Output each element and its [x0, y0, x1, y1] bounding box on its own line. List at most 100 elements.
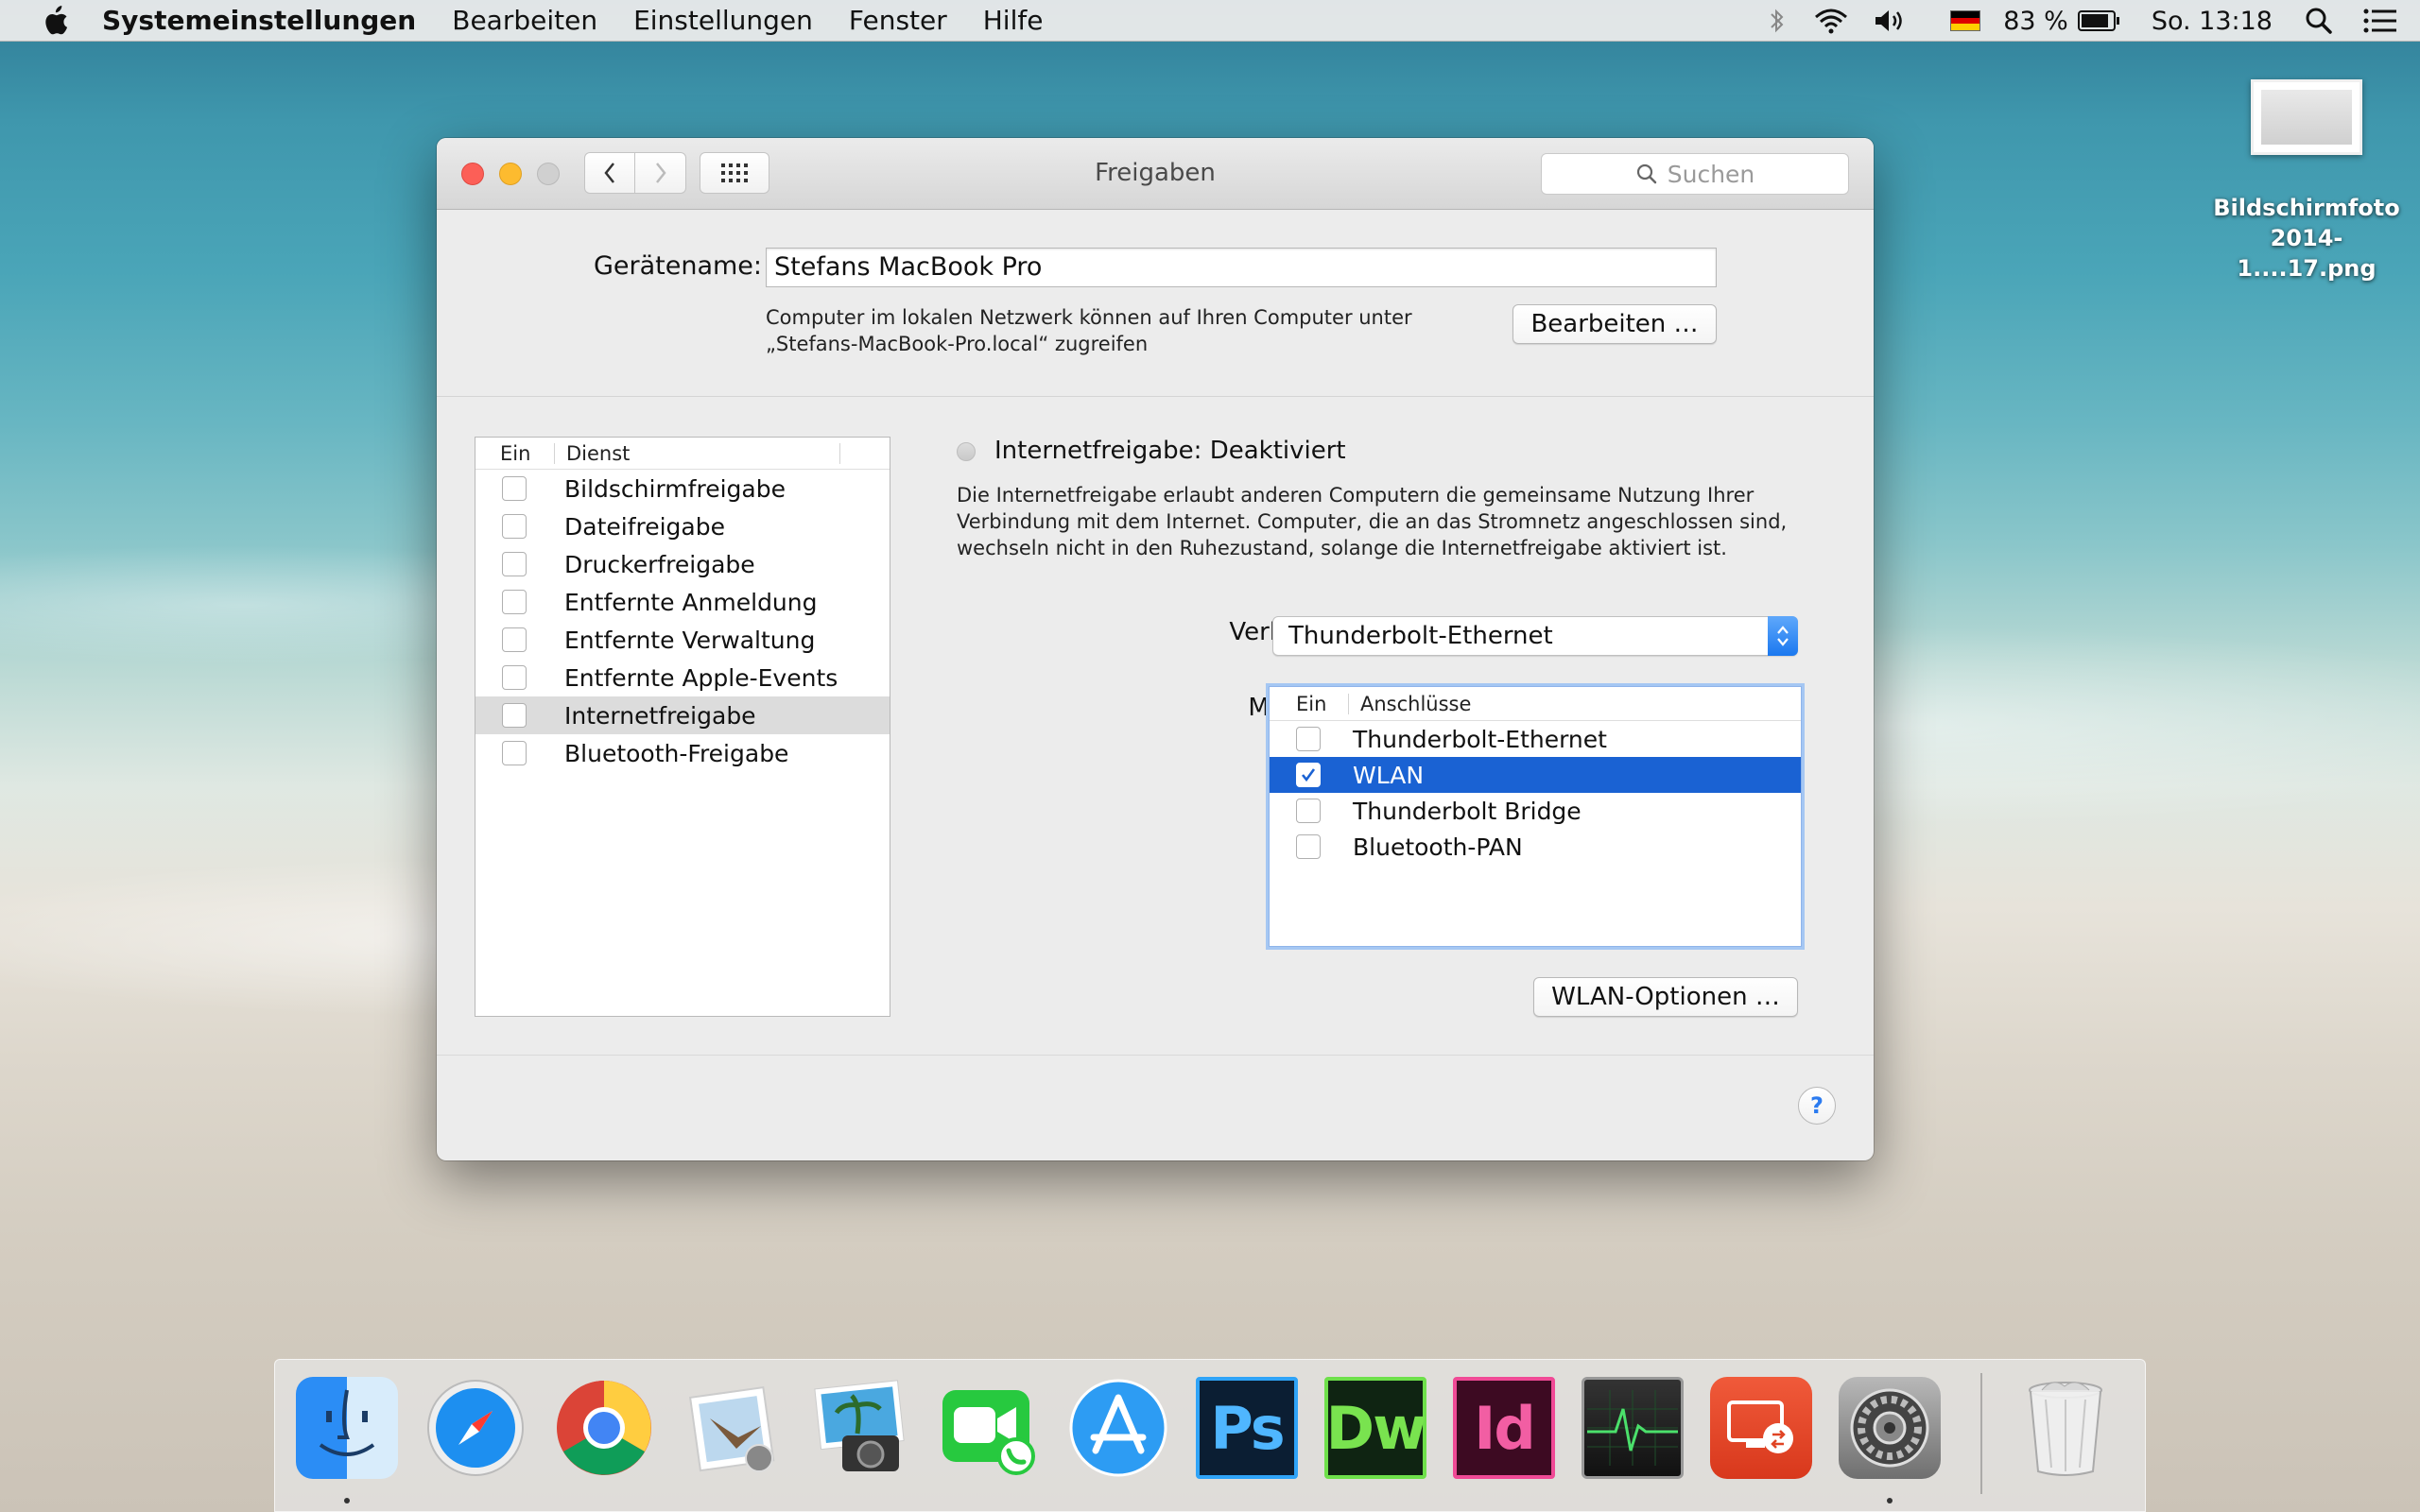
service-checkbox[interactable] [502, 703, 527, 728]
volume-icon[interactable] [1873, 7, 1909, 35]
indesign-label: Id [1474, 1393, 1535, 1463]
device-name-input[interactable]: Stefans MacBook Pro [766, 248, 1717, 287]
service-label: Bluetooth-Freigabe [564, 739, 789, 767]
running-indicator [1887, 1498, 1893, 1503]
service-row[interactable]: Entfernte Apple-Events [475, 659, 890, 696]
column-header-on[interactable]: Ein [1270, 693, 1349, 714]
share-connection-select[interactable]: Thunderbolt-Ethernet [1272, 616, 1798, 656]
port-checkbox[interactable] [1296, 799, 1321, 823]
file-thumbnail [2251, 79, 2362, 155]
service-row[interactable]: Internetfreigabe [475, 696, 890, 734]
port-checkbox[interactable] [1296, 834, 1321, 859]
german-flag-icon[interactable] [1950, 10, 1981, 31]
port-checkbox[interactable] [1296, 727, 1321, 751]
services-list: Ein Dienst Bildschirmfreigabe Dateifreiga… [475, 437, 890, 1017]
chrome-icon[interactable] [553, 1377, 655, 1479]
iphoto-icon[interactable] [810, 1377, 912, 1479]
ports-list: Ein Anschlüsse Thunderbolt-Ethernet WLAN T… [1269, 686, 1802, 947]
photoshop-label: Ps [1210, 1393, 1285, 1463]
port-row[interactable]: Bluetooth-PAN [1270, 829, 1801, 865]
port-label: WLAN [1353, 761, 1425, 789]
service-label: Entfernte Verwaltung [564, 626, 816, 654]
help-button[interactable]: ? [1798, 1087, 1836, 1125]
service-checkbox[interactable] [502, 665, 527, 690]
service-row[interactable]: Entfernte Verwaltung [475, 621, 890, 659]
search-icon [1635, 163, 1658, 185]
window-footer [437, 1055, 1874, 1160]
service-checkbox[interactable] [502, 590, 527, 614]
port-checkbox[interactable] [1296, 763, 1321, 787]
service-label: Entfernte Anmeldung [564, 588, 818, 616]
notification-center-icon[interactable] [2363, 8, 2397, 34]
battery-percentage[interactable]: 83 % [2003, 7, 2068, 36]
menu-bearbeiten[interactable]: Bearbeiten [452, 5, 597, 36]
activity-monitor-icon[interactable] [1582, 1377, 1684, 1479]
service-label: Entfernte Apple-Events [564, 663, 838, 692]
menu-einstellungen[interactable]: Einstellungen [633, 5, 813, 36]
sharing-preferences-window: Freigaben Suchen Gerätename: Stefans Mac… [437, 138, 1874, 1160]
port-row[interactable]: Thunderbolt Bridge [1270, 793, 1801, 829]
window-titlebar[interactable]: Freigaben Suchen [437, 138, 1874, 210]
dreamweaver-icon[interactable]: Dw [1324, 1377, 1426, 1479]
service-row[interactable]: Entfernte Anmeldung [475, 583, 890, 621]
service-label: Dateifreigabe [564, 512, 725, 541]
apple-menu-icon[interactable] [36, 5, 74, 37]
menu-fenster[interactable]: Fenster [849, 5, 947, 36]
status-indicator [957, 442, 976, 461]
wlan-options-button[interactable]: WLAN-Optionen … [1533, 977, 1798, 1017]
bluetooth-icon[interactable] [1769, 7, 1786, 35]
battery-icon[interactable] [2077, 9, 2121, 33]
service-row[interactable]: Bluetooth-Freigabe [475, 734, 890, 772]
service-row[interactable]: Dateifreigabe [475, 507, 890, 545]
desktop-file-label: Bildschirmfoto 2014-1....17.png [2213, 195, 2400, 282]
spotlight-search-icon[interactable] [2305, 7, 2333, 35]
menu-hilfe[interactable]: Hilfe [983, 5, 1044, 36]
search-field[interactable]: Suchen [1541, 153, 1849, 195]
port-label: Bluetooth-PAN [1353, 833, 1523, 861]
device-name-label: Gerätename: [593, 251, 762, 281]
column-header-service[interactable]: Dienst [555, 442, 840, 464]
service-row[interactable]: Druckerfreigabe [475, 545, 890, 583]
menu-app-name[interactable]: Systemeinstellungen [102, 5, 416, 36]
service-checkbox[interactable] [502, 514, 527, 539]
edit-hostname-button[interactable]: Bearbeiten … [1512, 304, 1717, 344]
ports-list-header: Ein Anschlüsse [1270, 687, 1801, 721]
wifi-icon[interactable] [1812, 7, 1850, 35]
service-label: Bildschirmfreigabe [564, 474, 786, 503]
services-list-header: Ein Dienst [475, 438, 890, 470]
search-placeholder: Suchen [1667, 160, 1755, 188]
status-title: Internetfreigabe: Deaktiviert [994, 437, 1346, 465]
service-checkbox[interactable] [502, 476, 527, 501]
service-checkbox[interactable] [502, 627, 527, 652]
port-row[interactable]: WLAN [1270, 757, 1801, 793]
dreamweaver-label: Dw [1325, 1393, 1427, 1463]
service-label: Druckerfreigabe [564, 550, 755, 578]
column-header-on[interactable]: Ein [475, 442, 555, 464]
service-row[interactable]: Bildschirmfreigabe [475, 470, 890, 507]
port-row[interactable]: Thunderbolt-Ethernet [1270, 721, 1801, 757]
popup-arrows-icon [1768, 616, 1798, 656]
indesign-icon[interactable]: Id [1453, 1377, 1555, 1479]
dock: Ps Dw Id [274, 1359, 2146, 1512]
running-indicator [344, 1498, 350, 1503]
remote-desktop-icon[interactable] [1710, 1377, 1812, 1479]
trash-icon[interactable] [2014, 1377, 2117, 1479]
service-checkbox[interactable] [502, 741, 527, 765]
checkmark-icon [1301, 768, 1316, 782]
photoshop-icon[interactable]: Ps [1196, 1377, 1298, 1479]
system-preferences-icon[interactable] [1839, 1377, 1941, 1479]
device-name-description: Computer im lokalen Netzwerk können auf … [766, 306, 1412, 355]
status-description: Die Internetfreigabe erlaubt anderen Com… [957, 484, 1788, 559]
mail-icon[interactable] [682, 1377, 784, 1479]
finder-icon[interactable] [296, 1377, 398, 1479]
safari-icon[interactable] [424, 1377, 527, 1479]
facetime-icon[interactable] [939, 1377, 1041, 1479]
column-header-ports[interactable]: Anschlüsse [1349, 694, 1801, 714]
port-label: Thunderbolt-Ethernet [1353, 725, 1607, 753]
desktop-file-screenshot[interactable]: Bildschirmfoto 2014-1....17.png [2203, 79, 2411, 284]
service-label: Internetfreigabe [564, 701, 756, 730]
service-checkbox[interactable] [502, 552, 527, 576]
menu-clock[interactable]: So. 13:18 [2152, 7, 2273, 36]
app-store-icon[interactable] [1067, 1377, 1169, 1479]
menu-bar: Systemeinstellungen Bearbeiten Einstellu… [0, 0, 2420, 42]
